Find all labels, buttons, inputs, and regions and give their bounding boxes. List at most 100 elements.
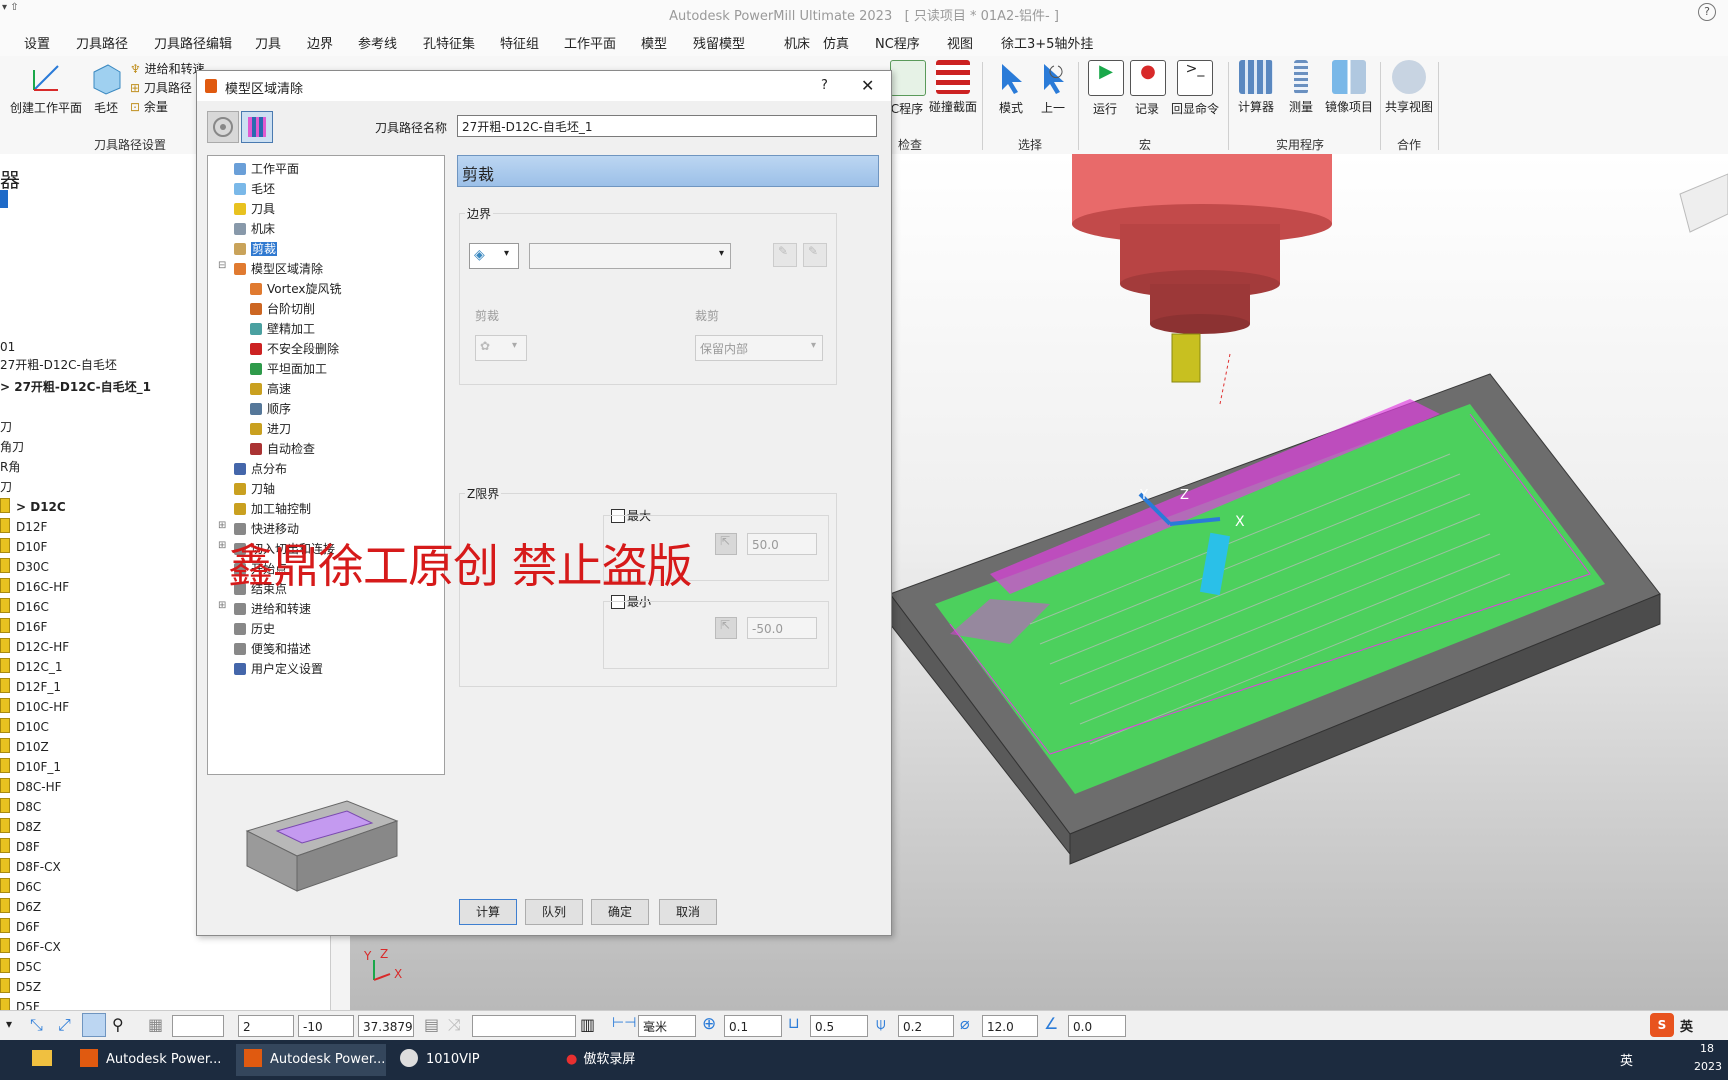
tab-9[interactable]: 工作平面	[564, 33, 616, 52]
explorer-tool-item[interactable]: D8F-CX	[0, 858, 61, 876]
tab-7[interactable]: 孔特征集	[423, 33, 475, 52]
boundary-select[interactable]: ▾	[529, 243, 731, 269]
share-view-button[interactable]: 共享视图	[1384, 60, 1434, 115]
tree-item-24[interactable]: 历史	[234, 620, 275, 638]
strategy-preview-button[interactable]	[241, 111, 273, 143]
explorer-tool-item[interactable]: D12C-HF	[0, 638, 69, 656]
macro-record-button[interactable]: ● 记录	[1130, 60, 1166, 117]
tree-item-4[interactable]: 机床	[234, 220, 275, 238]
expand-icon[interactable]: ⊞	[218, 540, 226, 551]
explorer-tool-item[interactable]: D6F	[0, 918, 40, 936]
explorer-row[interactable]: 角刀	[0, 438, 24, 456]
help-icon[interactable]: ?	[1698, 3, 1716, 21]
mirror-button[interactable]: 镜像项目	[1322, 60, 1376, 115]
explorer-tool-item[interactable]: D10C	[0, 718, 49, 736]
macro-run-button[interactable]: ▶ 运行	[1088, 60, 1124, 117]
tree-item-26[interactable]: 用户定义设置	[234, 660, 323, 678]
explorer-tool-item[interactable]: D12F_1	[0, 678, 61, 696]
coord-y-field[interactable]: -10	[298, 1015, 354, 1037]
create-workplane-button[interactable]: 创建工作平面	[8, 60, 84, 116]
max-pick-button[interactable]: ⇱	[715, 533, 737, 555]
taskbar-screen-recorder[interactable]: ● 傲软录屏	[566, 1044, 686, 1076]
echo-command-button[interactable]: >_ 回显命令	[1170, 60, 1220, 117]
collapse-icon[interactable]: ⊟	[218, 260, 226, 271]
allowance-button[interactable]: ⊡ 余量	[130, 98, 168, 115]
select-mode-button[interactable]: 模式	[994, 60, 1028, 116]
tree-item-1[interactable]: 工作平面	[234, 160, 299, 178]
tolerance-field[interactable]: 0.1	[724, 1015, 782, 1037]
ime-language[interactable]: 英	[1680, 1016, 1693, 1035]
tree-item-25[interactable]: 便笺和描述	[234, 640, 311, 658]
tree-item-8[interactable]: 台阶切削	[250, 300, 315, 318]
tab-10[interactable]: 模型	[641, 33, 667, 52]
tree-item-3[interactable]: 刀具	[234, 200, 275, 218]
tree-item-9[interactable]: 壁精加工	[250, 320, 315, 338]
toolpath-name-input[interactable]: 27开粗-D12C-自毛坯_1	[457, 115, 877, 137]
explorer-row[interactable]: 刀	[0, 478, 12, 496]
tree-item-2[interactable]: 毛坯	[234, 180, 275, 198]
tool-mode-icon[interactable]: ⚲	[112, 1015, 124, 1034]
explorer-row[interactable]: 27开粗-D12C-自毛坯	[0, 356, 117, 374]
tree-item-16[interactable]: 点分布	[234, 460, 287, 478]
coord-z-field[interactable]: 37.3879	[358, 1015, 414, 1037]
tree-item-15[interactable]: 自动检查	[250, 440, 315, 458]
explorer-tool-item[interactable]: D8C	[0, 798, 41, 816]
stepover-field[interactable]: 0.2	[898, 1015, 954, 1037]
tab-15[interactable]: 视图	[947, 33, 973, 52]
dialog-close-button[interactable]: ✕	[861, 76, 874, 95]
toolpath-connections-button[interactable]: ⊞ 刀具路径	[130, 79, 192, 96]
min-value-input[interactable]: -50.0	[747, 617, 817, 639]
nc-program-button[interactable]: C程序	[890, 60, 926, 117]
status-blank-field[interactable]	[172, 1015, 224, 1037]
calculator-small-icon[interactable]: ▥	[580, 1015, 595, 1034]
tab-12[interactable]: 机床	[784, 33, 810, 52]
explorer-tool-item[interactable]: D5Z	[0, 978, 41, 996]
collision-section-button[interactable]: 碰撞截面	[928, 60, 978, 115]
file-explorer-icon[interactable]	[32, 1044, 58, 1076]
tab-8[interactable]: 特征组	[500, 33, 539, 52]
tab-6[interactable]: 参考线	[358, 33, 397, 52]
tab-5[interactable]: 边界	[307, 33, 333, 52]
angle-field[interactable]: 0.0	[1068, 1015, 1126, 1037]
explorer-tool-item[interactable]: D16C	[0, 598, 49, 616]
thickness-field[interactable]: 0.5	[810, 1015, 868, 1037]
tree-item-11[interactable]: 平坦面加工	[250, 360, 327, 378]
tree-item-23[interactable]: ⊞ 进给和转速	[218, 600, 311, 618]
tree-item-6[interactable]: ⊟ 模型区域清除	[218, 260, 323, 278]
explorer-tool-item[interactable]: D6Z	[0, 898, 41, 916]
clip-dropdown[interactable]: 保留内部 ▾	[695, 335, 823, 361]
tab-13[interactable]: 仿真	[823, 33, 849, 52]
tab-14[interactable]: NC程序	[875, 33, 920, 52]
toolpath-library-button[interactable]	[207, 111, 239, 143]
measure-button[interactable]: 测量	[1284, 60, 1318, 115]
calculate-button[interactable]: 计算	[459, 899, 517, 925]
explorer-tool-item[interactable]: D8Z	[0, 818, 41, 836]
explorer-tool-item[interactable]: D30C	[0, 558, 49, 576]
expand-icon[interactable]: ⊞	[218, 520, 226, 531]
workplane-toggle-icon[interactable]: ⤢	[58, 1015, 71, 1035]
queue-button[interactable]: 队列	[525, 899, 583, 925]
explorer-tool-item[interactable]: D8C-HF	[0, 778, 62, 796]
explorer-tool-item[interactable]: D5C	[0, 958, 41, 976]
units-field[interactable]: 毫米	[638, 1015, 696, 1037]
explorer-tool-item[interactable]: D10Z	[0, 738, 49, 756]
explorer-tool-item[interactable]: > D12C	[0, 498, 66, 516]
max-value-input[interactable]: 50.0	[747, 533, 817, 555]
explorer-tool-item[interactable]: D10F	[0, 538, 47, 556]
dialog-help-button[interactable]: ?	[821, 78, 828, 93]
snap-icon[interactable]: ⤡	[30, 1015, 43, 1035]
chevron-down-icon[interactable]: ▾	[6, 1017, 12, 1031]
cancel-button[interactable]: 取消	[659, 899, 717, 925]
tree-item-5[interactable]: 剪裁	[234, 240, 278, 258]
coord-x-field[interactable]: 2	[238, 1015, 294, 1037]
min-pick-button[interactable]: ⇱	[715, 617, 737, 639]
block-button[interactable]: 毛坯	[88, 60, 124, 116]
taskbar-powermill-1[interactable]: Autodesk Power...	[80, 1044, 230, 1076]
taskbar-ime[interactable]: 英	[1620, 1050, 1633, 1069]
layers-icon[interactable]: ▤	[424, 1015, 439, 1034]
expand-icon[interactable]: ⊞	[218, 600, 226, 611]
transform-icon[interactable]: ⤨	[448, 1015, 461, 1035]
explorer-tool-item[interactable]: D10F_1	[0, 758, 61, 776]
tree-item-17[interactable]: 刀轴	[234, 480, 275, 498]
explorer-tool-item[interactable]: D16C-HF	[0, 578, 69, 596]
